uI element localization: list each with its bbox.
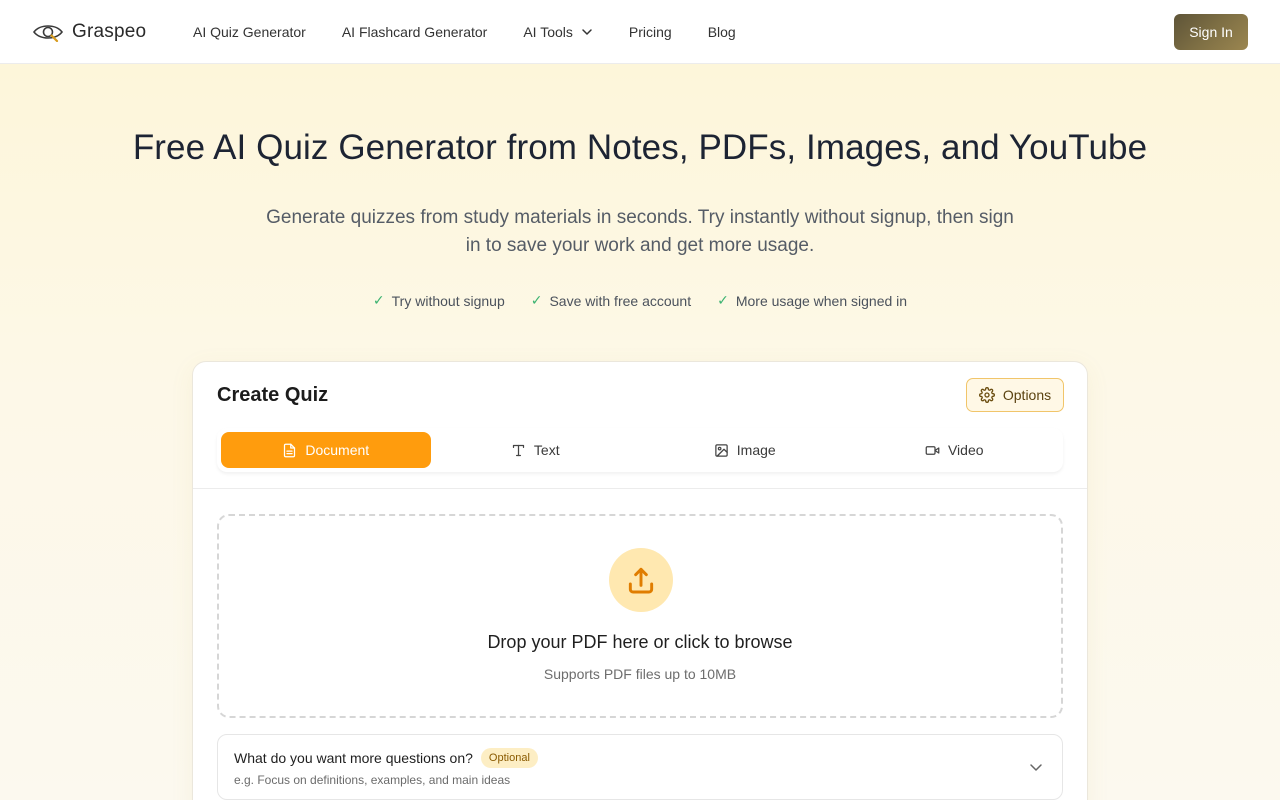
options-label: Options — [1002, 387, 1052, 403]
check-icon: ✓ — [717, 292, 729, 308]
nav-pricing[interactable]: Pricing — [629, 24, 672, 40]
check-icon: ✓ — [372, 292, 385, 308]
upload-icon — [628, 567, 654, 594]
tab-label: Document — [305, 442, 370, 458]
document-icon — [284, 443, 296, 457]
chevron-down-icon — [1030, 764, 1042, 771]
focus-hint: e.g. Focus on definitions, examples, and… — [234, 773, 511, 787]
check-icon: ✓ — [530, 292, 543, 308]
focus-topics-accordion[interactable]: What do you want more questions on? Opti… — [217, 734, 1063, 800]
check-label: Try without signup — [391, 292, 505, 309]
main-nav: AI Quiz Generator AI Flashcard Generator… — [193, 0, 772, 64]
nav-ai-tools-label: AI Tools — [523, 24, 573, 40]
divider — [193, 488, 1087, 489]
tab-image[interactable]: Image — [640, 432, 850, 468]
tab-document[interactable]: Document — [221, 432, 431, 468]
optional-badge: Optional — [480, 748, 538, 768]
eye-logo-icon — [32, 25, 64, 42]
tab-video[interactable]: Video — [850, 432, 1060, 468]
top-navbar: Graspeo AI Quiz Generator AI Flashcard G… — [0, 0, 1280, 64]
check-item: ✓ Try without signup — [373, 292, 505, 309]
page-title: Free AI Quiz Generator from Notes, PDFs,… — [132, 128, 1148, 167]
create-quiz-card: Create Quiz Options Document Text Image … — [192, 361, 1088, 800]
feature-checks: ✓ Try without signup ✓ Save with free ac… — [0, 292, 1280, 309]
check-item: ✓ Save with free account — [531, 292, 691, 309]
pdf-dropzone[interactable]: Drop your PDF here or click to browse Su… — [217, 514, 1063, 718]
card-title: Create Quiz — [217, 384, 329, 406]
nav-ai-flashcard-generator[interactable]: AI Flashcard Generator — [342, 24, 488, 40]
logo-text: Graspeo — [72, 21, 147, 42]
sign-in-button[interactable]: Sign In — [1174, 14, 1248, 50]
gear-icon — [978, 387, 995, 403]
check-label: More usage when signed in — [735, 292, 908, 309]
check-label: Save with free account — [549, 292, 692, 309]
text-icon — [512, 444, 525, 456]
check-item: ✓ More usage when signed in — [717, 292, 907, 309]
source-tabs: Document Text Image Video — [217, 428, 1063, 472]
logo[interactable]: Graspeo — [32, 18, 146, 46]
dropzone-subtitle: Supports PDF files up to 10MB — [543, 666, 737, 682]
video-icon — [925, 445, 940, 455]
tab-label: Text — [533, 442, 560, 458]
tab-label: Video — [947, 442, 984, 458]
nav-blog[interactable]: Blog — [708, 24, 736, 40]
image-icon — [715, 443, 728, 457]
chevron-down-icon — [582, 29, 592, 35]
tab-label: Image — [736, 442, 776, 458]
nav-ai-tools[interactable]: AI Tools — [523, 24, 593, 40]
focus-question-label: What do you want more questions on? — [234, 750, 473, 766]
focus-question: What do you want more questions on? Opti… — [234, 748, 538, 768]
upload-icon-circle — [609, 548, 673, 612]
tab-text[interactable]: Text — [431, 432, 641, 468]
nav-ai-quiz-generator[interactable]: AI Quiz Generator — [193, 24, 306, 40]
dropzone-title: Drop your PDF here or click to browse — [487, 632, 793, 652]
hero-subtitle: Generate quizzes from study materials in… — [266, 207, 1014, 256]
options-button[interactable]: Options — [966, 378, 1064, 412]
